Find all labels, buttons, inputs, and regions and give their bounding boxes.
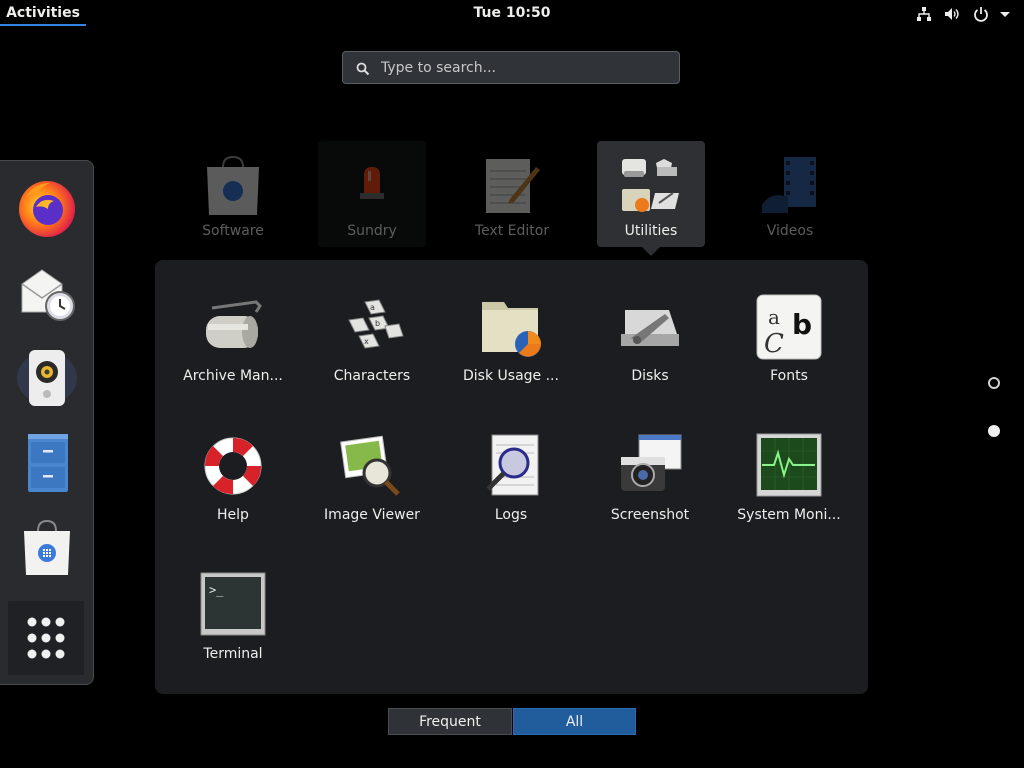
app-label: Disk Usage ... bbox=[463, 368, 559, 384]
disk-icon bbox=[621, 310, 679, 346]
app-screenshot[interactable]: Screenshot bbox=[591, 399, 709, 523]
search-icon bbox=[356, 61, 370, 76]
utilities-folder-icon bbox=[622, 159, 679, 212]
app-label: System Moni... bbox=[737, 507, 841, 523]
app-label: Videos bbox=[766, 223, 814, 239]
monitor-pulse-icon bbox=[756, 433, 822, 497]
file-cabinet-icon bbox=[28, 434, 68, 492]
roller-icon bbox=[206, 300, 262, 348]
dash-item-files[interactable] bbox=[10, 424, 84, 498]
app-disk-usage-analyzer[interactable]: Disk Usage ... bbox=[452, 260, 570, 384]
app-fonts[interactable]: a b C Fonts bbox=[730, 260, 848, 384]
folder-sundry[interactable]: Sundry bbox=[318, 141, 426, 247]
notepad-pencil-icon bbox=[486, 159, 540, 213]
folder-pie-icon bbox=[482, 302, 541, 357]
volume-icon[interactable] bbox=[944, 6, 960, 22]
firefox-icon bbox=[19, 181, 75, 237]
top-bar: Activities Tue 10:50 bbox=[0, 0, 1024, 27]
app-terminal[interactable]: >_ Terminal bbox=[174, 538, 292, 662]
search-input[interactable] bbox=[381, 57, 671, 79]
dash-item-evolution[interactable] bbox=[10, 254, 84, 328]
svg-text:>_: >_ bbox=[209, 583, 224, 597]
alarm-light-icon bbox=[360, 167, 384, 199]
svg-text:b: b bbox=[792, 308, 812, 341]
page-indicator-1[interactable] bbox=[988, 377, 1000, 389]
app-label: Screenshot bbox=[610, 507, 690, 523]
folder-popup-pointer bbox=[642, 247, 660, 256]
mail-clock-icon bbox=[21, 269, 75, 321]
app-label: Software bbox=[202, 223, 264, 239]
svg-text:C: C bbox=[764, 329, 784, 359]
speaker-icon bbox=[17, 350, 77, 406]
svg-text:x: x bbox=[364, 337, 369, 346]
search-box[interactable] bbox=[342, 51, 680, 84]
lifebuoy-icon bbox=[204, 437, 262, 495]
app-archive-manager[interactable]: Archive Man... bbox=[174, 260, 292, 384]
tab-all[interactable]: All bbox=[513, 708, 636, 735]
film-icon bbox=[762, 157, 816, 213]
app-label: Fonts bbox=[770, 368, 808, 384]
dash-item-software[interactable] bbox=[10, 509, 84, 583]
app-label: Characters bbox=[333, 368, 411, 384]
activities-indicator bbox=[0, 24, 86, 26]
folder-label: Utilities bbox=[624, 223, 678, 239]
dash bbox=[0, 160, 94, 685]
show-applications-button[interactable] bbox=[8, 601, 84, 675]
app-label: Disks bbox=[631, 368, 669, 384]
app-characters[interactable]: abx Characters bbox=[313, 260, 431, 384]
network-icon[interactable] bbox=[916, 6, 932, 22]
camera-windows-icon bbox=[621, 434, 682, 491]
app-label: Help bbox=[217, 507, 249, 523]
app-image-viewer[interactable]: Image Viewer bbox=[313, 399, 431, 523]
activities-button[interactable]: Activities bbox=[0, 0, 86, 27]
dash-item-firefox[interactable] bbox=[10, 169, 84, 243]
keys-icon: abx bbox=[348, 299, 404, 349]
power-icon[interactable] bbox=[973, 6, 989, 22]
app-label: Text Editor bbox=[474, 223, 550, 239]
app-logs[interactable]: Logs bbox=[452, 399, 570, 523]
grid-dots-icon bbox=[27, 617, 65, 659]
svg-text:b: b bbox=[375, 319, 380, 328]
clock[interactable]: Tue 10:50 bbox=[462, 0, 562, 27]
svg-text:a: a bbox=[370, 303, 375, 312]
app-label: Terminal bbox=[203, 646, 263, 662]
utilities-folder-popup: Archive Man... abx Characters Disk Usage… bbox=[155, 260, 868, 694]
shopping-bag-icon bbox=[24, 519, 70, 575]
image-magnifier-icon bbox=[340, 435, 400, 496]
folder-utilities[interactable]: Utilities bbox=[597, 141, 705, 247]
app-software[interactable]: Software bbox=[179, 141, 287, 247]
menu-arrow-icon[interactable] bbox=[997, 6, 1013, 22]
app-disks[interactable]: Disks bbox=[591, 260, 709, 384]
app-label: Logs bbox=[494, 507, 528, 523]
app-help[interactable]: Help bbox=[174, 399, 292, 523]
logs-magnifier-icon bbox=[486, 434, 539, 496]
app-system-monitor[interactable]: System Moni... bbox=[730, 399, 848, 523]
shopping-bag-icon bbox=[207, 155, 259, 215]
fonts-icon: a b C bbox=[756, 294, 822, 360]
app-text-editor[interactable]: Text Editor bbox=[458, 141, 566, 247]
tab-frequent[interactable]: Frequent bbox=[388, 708, 512, 735]
svg-text:a: a bbox=[768, 305, 780, 329]
terminal-icon: >_ bbox=[200, 572, 266, 636]
folder-label: Sundry bbox=[347, 223, 397, 239]
app-videos[interactable]: Videos bbox=[736, 141, 844, 247]
app-label: Image Viewer bbox=[324, 507, 420, 523]
app-label: Archive Man... bbox=[183, 368, 283, 384]
page-indicator-2[interactable] bbox=[988, 425, 1000, 437]
dash-item-rhythmbox[interactable] bbox=[10, 339, 84, 413]
